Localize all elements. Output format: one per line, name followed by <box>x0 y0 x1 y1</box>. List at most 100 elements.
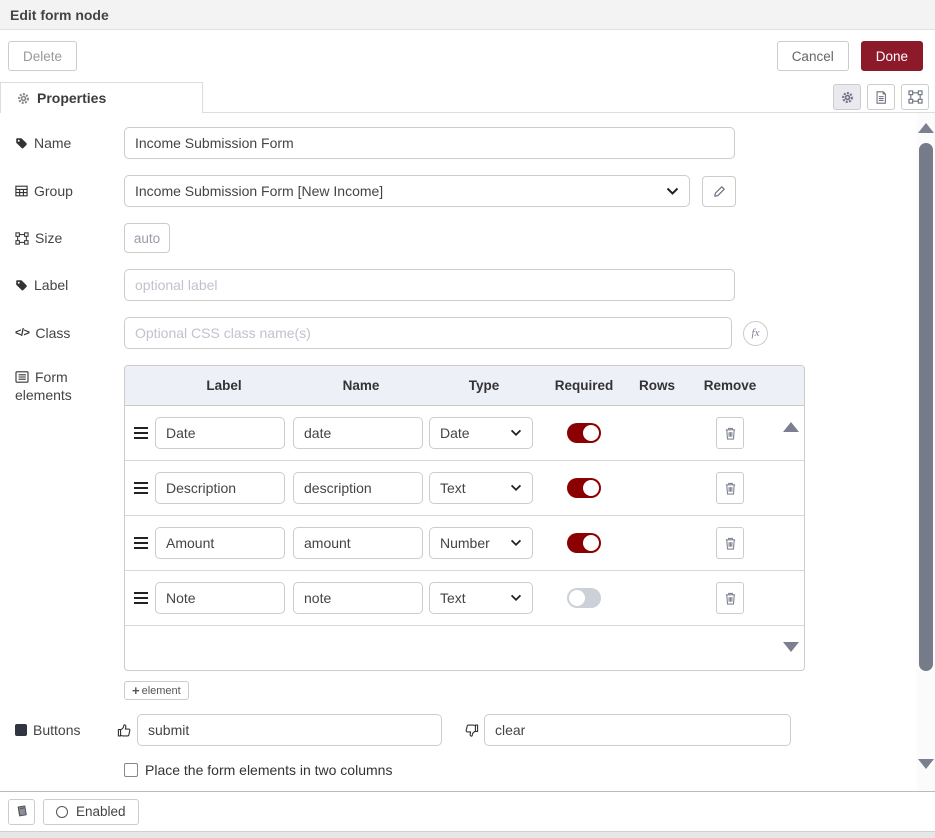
fx-button[interactable]: fx <box>743 321 768 346</box>
scroll-up-icon[interactable] <box>918 123 934 133</box>
name-row: Name <box>15 127 935 159</box>
object-group-icon <box>15 232 29 245</box>
properties-panel: Name Group Income Submission Form [New I… <box>0 113 935 791</box>
size-label: Size <box>15 230 124 246</box>
panel-scrollbar[interactable] <box>917 113 935 791</box>
appearance-icon <box>908 90 923 104</box>
element-type-select[interactable]: Date <box>429 417 533 449</box>
name-input[interactable] <box>124 127 735 159</box>
chevron-down-icon <box>510 594 522 602</box>
element-name-input[interactable] <box>293 582 423 614</box>
trash-icon <box>724 536 737 551</box>
properties-view-button[interactable] <box>833 84 861 110</box>
remove-element-button[interactable] <box>716 582 744 614</box>
tag-icon <box>15 137 28 150</box>
element-label-input[interactable] <box>155 527 285 559</box>
element-type-select[interactable]: Text <box>429 582 533 614</box>
book-icon <box>15 805 28 818</box>
required-toggle[interactable] <box>567 588 601 608</box>
element-name-input[interactable] <box>293 527 423 559</box>
trash-icon <box>724 426 737 441</box>
scroll-up-icon[interactable] <box>783 422 799 432</box>
gear-icon <box>841 91 854 104</box>
col-header-name: Name <box>293 378 429 393</box>
element-name-input[interactable] <box>293 472 423 504</box>
fx-icon: fx <box>752 327 760 339</box>
col-header-type: Type <box>429 378 539 393</box>
enabled-button[interactable]: Enabled <box>43 799 139 825</box>
col-header-label: Label <box>155 378 293 393</box>
list-alt-icon <box>15 371 29 383</box>
thumbs-down-icon <box>464 723 479 738</box>
label-input[interactable] <box>124 269 735 301</box>
remove-element-button[interactable] <box>716 472 744 504</box>
chevron-down-icon <box>510 484 522 492</box>
table-row: Text <box>125 461 804 516</box>
element-label-input[interactable] <box>155 582 285 614</box>
two-columns-label: Place the form elements in two columns <box>145 762 392 778</box>
required-toggle[interactable] <box>567 533 601 553</box>
table-body: Date Text <box>125 406 804 670</box>
drag-handle-icon[interactable] <box>134 427 155 439</box>
tab-toolbar-buttons <box>833 84 929 110</box>
remove-element-button[interactable] <box>716 417 744 449</box>
dialog-footer: Enabled <box>0 791 935 831</box>
label-row: Label <box>15 269 935 301</box>
scroll-down-icon[interactable] <box>918 759 934 769</box>
tab-properties[interactable]: Properties <box>0 82 203 113</box>
remove-element-button[interactable] <box>716 527 744 559</box>
submit-button-input[interactable] <box>137 714 442 746</box>
dialog-header: Edit form node <box>0 0 935 30</box>
drag-handle-icon[interactable] <box>134 592 155 604</box>
chevron-down-icon <box>510 539 522 547</box>
description-view-button[interactable] <box>867 84 895 110</box>
required-toggle[interactable] <box>567 423 601 443</box>
file-icon <box>874 90 888 105</box>
col-header-required: Required <box>539 378 629 393</box>
form-elements-row: Form elements Label Name Type Required R… <box>15 365 935 700</box>
tab-properties-label: Properties <box>37 90 106 106</box>
class-label: </> Class <box>15 325 124 341</box>
appearance-view-button[interactable] <box>901 84 929 110</box>
trash-icon <box>724 591 737 606</box>
drag-handle-icon[interactable] <box>134 537 155 549</box>
name-label: Name <box>15 135 124 151</box>
group-label: Group <box>15 183 124 199</box>
thumbs-up-icon <box>117 723 132 738</box>
chevron-down-icon <box>510 429 522 437</box>
size-auto-button[interactable]: auto <box>124 223 170 253</box>
group-select-value: Income Submission Form [New Income] <box>135 183 666 199</box>
col-header-remove: Remove <box>685 378 775 393</box>
cancel-button[interactable]: Cancel <box>777 41 849 71</box>
gear-icon <box>17 92 30 105</box>
class-input[interactable] <box>124 317 732 349</box>
element-name-input[interactable] <box>293 417 423 449</box>
element-type-select[interactable]: Text <box>429 472 533 504</box>
pencil-icon <box>713 185 726 198</box>
add-element-button[interactable]: +element <box>124 681 189 700</box>
element-label-input[interactable] <box>155 472 285 504</box>
drag-handle-icon[interactable] <box>134 482 155 494</box>
clear-button-input[interactable] <box>484 714 791 746</box>
scrollbar-thumb[interactable] <box>919 143 933 671</box>
required-toggle[interactable] <box>567 478 601 498</box>
form-elements-label: Form elements <box>15 365 124 403</box>
element-type-select[interactable]: Number <box>429 527 533 559</box>
tag-icon <box>15 279 28 292</box>
label-label: Label <box>15 277 124 293</box>
form-elements-table: Label Name Type Required Rows Remove <box>124 365 805 671</box>
table-scrollbar[interactable] <box>780 406 804 670</box>
edit-form-node-dialog: Edit form node Delete Cancel Done Proper… <box>0 0 935 838</box>
enabled-label: Enabled <box>76 804 126 819</box>
done-button[interactable]: Done <box>861 41 923 71</box>
tab-bar: Properties <box>0 82 935 113</box>
docs-button[interactable] <box>8 799 35 825</box>
delete-button[interactable]: Delete <box>8 41 77 71</box>
table-row: Number <box>125 516 804 571</box>
group-select[interactable]: Income Submission Form [New Income] <box>124 175 690 207</box>
scroll-down-icon[interactable] <box>783 642 799 652</box>
two-columns-checkbox[interactable] <box>124 763 138 777</box>
size-row: Size auto <box>15 223 935 253</box>
element-label-input[interactable] <box>155 417 285 449</box>
edit-group-button[interactable] <box>702 176 736 207</box>
